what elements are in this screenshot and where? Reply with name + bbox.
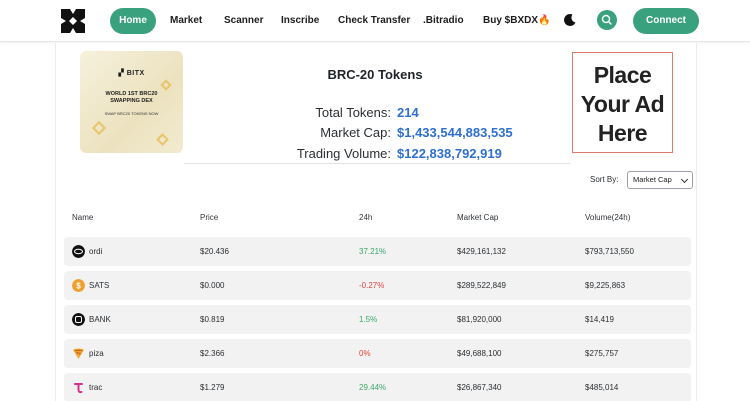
token-change: -0.27% [359, 281, 385, 290]
table-row[interactable]: $ SATS $0.000 -0.27% $289,522,849 $9,225… [64, 271, 691, 300]
token-market-cap: $429,161,132 [457, 247, 506, 256]
connect-button[interactable]: Connect [633, 8, 699, 34]
token-change: 29.44% [359, 383, 387, 392]
svg-text:$: $ [76, 282, 81, 291]
token-market-cap: $49,688,100 [457, 349, 502, 358]
sort-by-select[interactable]: Market Cap [627, 171, 693, 189]
promo-logo: ▞ BITX [118, 70, 145, 77]
total-tokens-value: 214 [397, 105, 419, 120]
promo-banner[interactable]: ▞ BITX WORLD 1ST BRC20 SWAPPING DEX SWAP… [80, 51, 183, 153]
nav-buy-bxdx[interactable]: Buy $BXDX🔥 [483, 9, 550, 33]
promo-title-line1: WORLD 1ST BRC20 [105, 91, 158, 97]
token-price: $20.436 [200, 247, 229, 256]
token-market-cap: $26,867,340 [457, 383, 502, 392]
header-price[interactable]: Price [200, 213, 218, 222]
token-name[interactable]: trac [89, 373, 102, 401]
top-navbar: Home Market Scanner Inscribe Check Trans… [0, 0, 750, 42]
trading-volume-label: Trading Volume: [296, 146, 391, 161]
nav-check-transfer[interactable]: Check Transfer [338, 9, 410, 33]
nav-home[interactable]: Home [110, 8, 156, 34]
ad-line1: Place [593, 62, 652, 88]
nav-market[interactable]: Market [170, 9, 202, 33]
token-change: 37.21% [359, 247, 387, 256]
nav-scanner[interactable]: Scanner [224, 9, 263, 33]
search-button[interactable] [597, 10, 617, 30]
token-price: $0.819 [200, 315, 225, 324]
decor-diamond-icon [91, 120, 107, 136]
promo-title-line2: SWAPPING DEX [110, 98, 153, 104]
sort-by-label: Sort By: [590, 175, 619, 184]
token-name[interactable]: piza [89, 339, 104, 368]
header-name[interactable]: Name [72, 213, 93, 222]
moon-icon[interactable] [563, 13, 577, 27]
sats-icon: $ [72, 279, 85, 292]
search-icon [601, 14, 612, 25]
token-market-cap: $289,522,849 [457, 281, 506, 290]
promo-title: WORLD 1ST BRC20 SWAPPING DEX [80, 91, 183, 105]
total-tokens-label: Total Tokens: [315, 105, 391, 120]
table-row[interactable]: piza $2.366 0% $49,688,100 $275,757 [64, 339, 691, 368]
bank-icon [72, 313, 85, 326]
token-change: 0% [359, 349, 371, 358]
ad-placeholder[interactable]: Place Your Ad Here [572, 52, 673, 153]
chevron-down-icon [680, 175, 689, 184]
token-name[interactable]: SATS [89, 271, 109, 300]
token-volume: $485,014 [585, 383, 619, 392]
table-row[interactable]: trac $1.279 29.44% $26,867,340 $485,014 [64, 373, 691, 401]
sort-by-selected: Market Cap [633, 175, 672, 184]
token-volume: $275,757 [585, 349, 619, 358]
stats-divider [184, 163, 570, 164]
piza-icon [73, 348, 84, 359]
ordi-icon [72, 245, 85, 258]
token-price: $0.000 [200, 281, 225, 290]
stats-title: BRC-20 Tokens [327, 67, 423, 82]
trading-volume-value: $122,838,792,919 [397, 146, 502, 161]
token-name[interactable]: ordi [89, 237, 102, 266]
token-price: $1.279 [200, 383, 225, 392]
decor-diamond-icon [156, 133, 169, 146]
table-row[interactable]: BANK $0.819 1.5% $81,920,000 $14,419 [64, 305, 691, 334]
market-cap-value: $1,433,544,883,535 [397, 125, 513, 140]
trac-icon [74, 383, 83, 394]
decor-diamond-icon [160, 79, 172, 91]
promo-logo-text: BITX [126, 70, 145, 77]
ad-line2: Your Ad [580, 91, 665, 117]
header-volume[interactable]: Volume(24h) [585, 213, 630, 222]
promo-subtitle: SWAP BRC20 TOKENS NOW [104, 111, 159, 116]
token-volume: $14,419 [585, 315, 614, 324]
brand-logo-icon[interactable] [59, 7, 87, 35]
table-row[interactable]: ordi $20.436 37.21% $429,161,132 $793,71… [64, 237, 691, 266]
token-name[interactable]: BANK [89, 305, 111, 334]
token-volume: $9,225,863 [585, 281, 626, 290]
nav-bitradio[interactable]: .Bitradio [423, 9, 464, 33]
ad-text: Place Your Ad Here [573, 61, 672, 148]
token-price: $2.366 [200, 349, 225, 358]
token-market-cap: $81,920,000 [457, 315, 502, 324]
token-volume: $793,713,550 [585, 247, 634, 256]
nav-inscribe[interactable]: Inscribe [281, 9, 319, 33]
market-cap-label: Market Cap: [320, 125, 391, 140]
token-change: 1.5% [359, 315, 378, 324]
ad-line3: Here [597, 120, 648, 146]
header-market-cap[interactable]: Market Cap [457, 213, 498, 222]
header-24h[interactable]: 24h [359, 213, 372, 222]
